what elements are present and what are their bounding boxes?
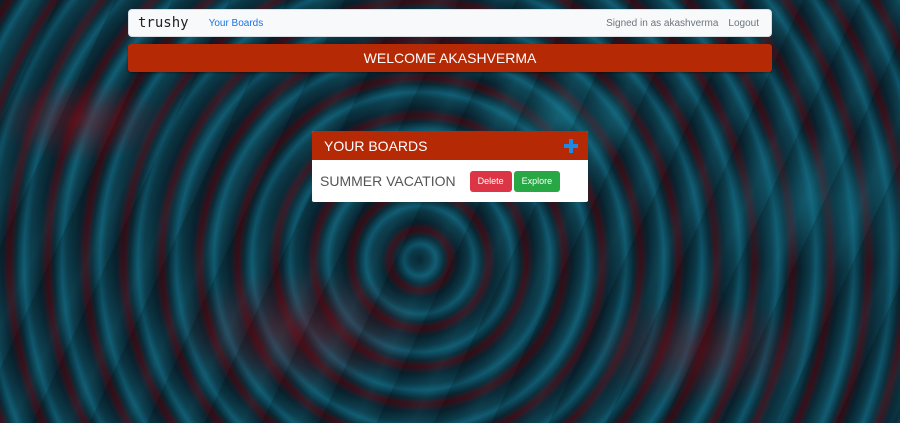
signed-in-text: Signed in as akashverma [606,17,719,29]
board-name: SUMMER VACATION [320,173,456,189]
plus-icon[interactable] [564,138,578,153]
boards-title: YOUR BOARDS [324,137,428,154]
welcome-banner: WELCOME AKASHVERMA [128,44,772,72]
navbar: trushy Your Boards Signed in as akashver… [128,9,772,37]
board-item: SUMMER VACATION Delete Explore [312,160,588,202]
your-boards-link[interactable]: Your Boards [209,18,264,29]
logout-link[interactable]: Logout [728,18,759,29]
explore-button[interactable]: Explore [513,170,561,192]
boards-card: YOUR BOARDS SUMMER VACATION Delete Explo… [312,131,588,202]
brand-logo[interactable]: trushy [138,15,189,31]
welcome-text: WELCOME AKASHVERMA [363,50,537,66]
delete-button[interactable]: Delete [469,170,512,192]
navbar-right: Signed in as akashverma Logout [606,18,759,29]
boards-card-header: YOUR BOARDS [312,131,588,160]
